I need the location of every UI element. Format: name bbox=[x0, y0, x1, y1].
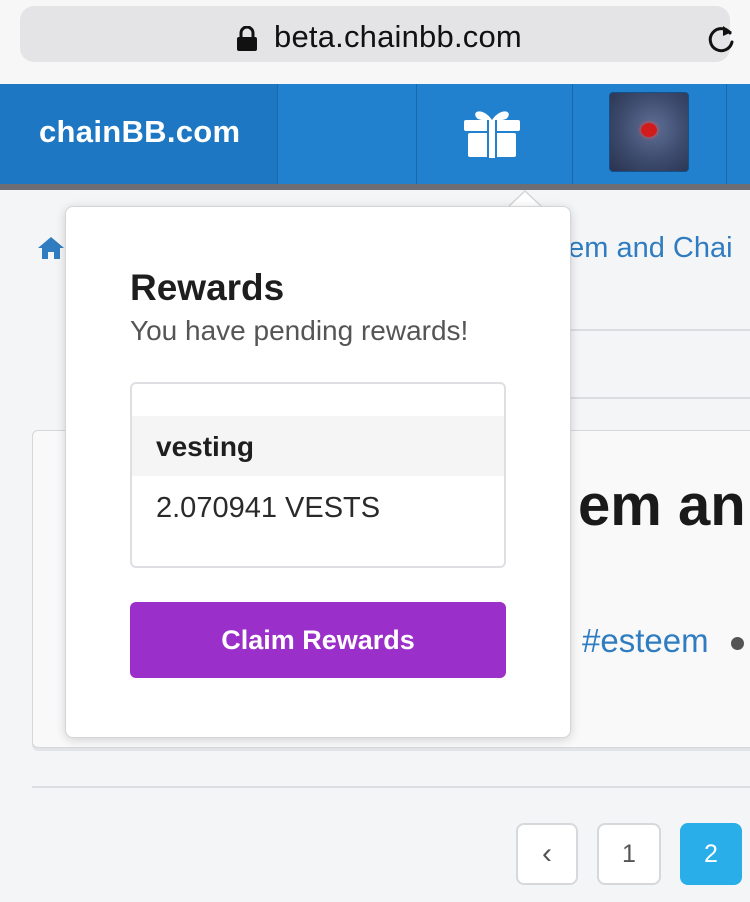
nav-divider bbox=[416, 84, 417, 184]
rewards-popover: Rewards You have pending rewards! vestin… bbox=[65, 206, 571, 738]
popover-subtitle: You have pending rewards! bbox=[130, 315, 469, 346]
gift-icon[interactable] bbox=[462, 106, 522, 158]
breadcrumb-current[interactable]: eem and Chai bbox=[552, 232, 733, 265]
lock-icon bbox=[237, 26, 257, 51]
brand-label: chainBB.com bbox=[39, 114, 241, 149]
divider bbox=[570, 329, 750, 331]
browser-bar: beta.chainbb.com bbox=[0, 0, 750, 84]
brand-link[interactable]: chainBB.com bbox=[0, 84, 278, 184]
popover-title: Rewards bbox=[130, 267, 285, 308]
pagination-page-2-active[interactable]: 2 bbox=[680, 823, 742, 885]
user-avatar[interactable] bbox=[609, 92, 689, 172]
reload-icon[interactable] bbox=[706, 23, 736, 55]
post-title[interactable]: em an bbox=[578, 472, 746, 539]
site-navbar: chainBB.com bbox=[0, 84, 750, 184]
post-tag-link[interactable]: #esteem bbox=[582, 622, 709, 660]
home-icon[interactable] bbox=[37, 236, 65, 260]
separator-dot bbox=[731, 637, 744, 650]
avatar-image bbox=[641, 123, 657, 137]
url-bar[interactable]: beta.chainbb.com bbox=[20, 6, 734, 62]
pagination-prev-button[interactable]: ‹ bbox=[516, 823, 578, 885]
reward-header: vesting bbox=[132, 416, 504, 476]
nav-divider bbox=[572, 84, 573, 184]
divider bbox=[570, 397, 750, 399]
reward-type: vesting bbox=[156, 431, 255, 462]
url-text: beta.chainbb.com bbox=[274, 19, 522, 54]
divider bbox=[32, 786, 750, 788]
pagination-page-1[interactable]: 1 bbox=[597, 823, 661, 885]
reward-item: vesting 2.070941 VESTS bbox=[130, 382, 506, 568]
nav-divider bbox=[726, 84, 727, 184]
reward-amount: 2.070941 VESTS bbox=[156, 492, 381, 524]
claim-rewards-button[interactable]: Claim Rewards bbox=[130, 602, 506, 678]
